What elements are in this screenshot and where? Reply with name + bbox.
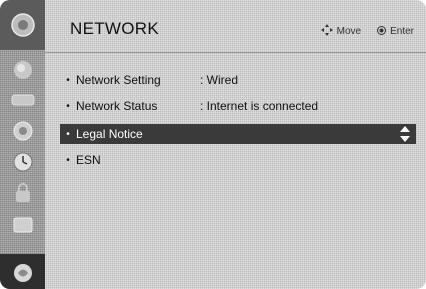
picture-icon: [12, 59, 34, 81]
network-icon: [11, 261, 35, 283]
menu-item-label: Network Setting: [76, 73, 161, 87]
tv-menu-screen: NETWORK Move Enter • Network Setting : W…: [0, 0, 426, 289]
menu-item-esn[interactable]: • ESN: [60, 150, 418, 170]
menu-item-network-setting[interactable]: • Network Setting : Wired: [60, 70, 418, 90]
tv-icon: [10, 12, 36, 38]
sidebar-slot-audio[interactable]: [0, 85, 45, 115]
menu-item-value: : Internet is connected: [200, 99, 319, 113]
option-icon: [12, 216, 34, 234]
enter-icon: [377, 25, 387, 38]
sidebar-slot-tv[interactable]: [0, 0, 45, 50]
sidebar-slot-lock[interactable]: [0, 178, 45, 208]
page-title: NETWORK: [70, 19, 159, 38]
menu-item-network-status[interactable]: • Network Status : Internet is connected: [60, 96, 418, 116]
header-divider: [45, 52, 426, 53]
bullet: •: [66, 100, 70, 112]
bullet: •: [66, 74, 70, 86]
menu-item-label: Network Status: [76, 99, 158, 113]
sidebar-slot-network[interactable]: [0, 254, 45, 289]
enter-hint: Enter: [390, 26, 414, 37]
menu-item-label: Legal Notice: [76, 127, 143, 141]
move-icon: [320, 24, 333, 39]
menu-item-label: ESN: [76, 153, 101, 167]
lock-icon: [13, 182, 33, 204]
bullet: •: [66, 154, 70, 166]
menu-item-legal-notice[interactable]: • Legal Notice: [60, 124, 416, 144]
sidebar-slot-picture[interactable]: [0, 55, 45, 85]
up-down-arrows-icon: [400, 126, 410, 145]
time-icon: [12, 151, 34, 173]
sidebar-slot-time[interactable]: [0, 147, 45, 177]
sidebar-slot-option[interactable]: [0, 210, 45, 240]
settings-icon: [12, 120, 34, 142]
move-hint: Move: [336, 26, 362, 37]
menu-item-value: : Wired: [200, 73, 239, 87]
audio-icon: [11, 92, 35, 108]
sidebar: [0, 0, 45, 289]
sidebar-slot-settings[interactable]: [0, 116, 45, 146]
key-hints: Move Enter: [320, 24, 414, 39]
bullet: •: [66, 128, 70, 140]
